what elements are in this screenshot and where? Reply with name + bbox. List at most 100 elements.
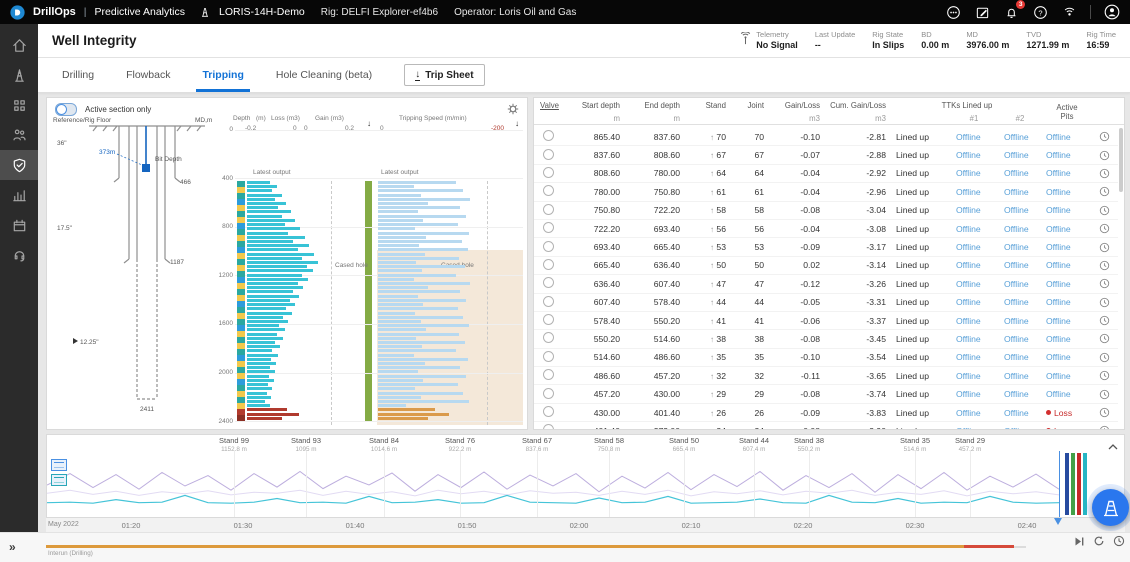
sidebar-item-apps[interactable] [0, 90, 38, 120]
tab-hole-cleaning-beta-[interactable]: Hole Cleaning (beta) [260, 58, 388, 92]
timeline-stand[interactable]: Stand 35 514.6 m [900, 436, 930, 453]
table-row[interactable]: 514.60 486.60 ↑ 35 35 -0.10 -3.54 Lined up Offl… [534, 349, 1118, 368]
row-history-icon[interactable] [1092, 333, 1116, 344]
valve-radio[interactable] [543, 350, 554, 362]
timeline-stand[interactable]: Stand 93 1095 m [291, 436, 321, 453]
table-row[interactable]: 837.60 808.60 ↑ 67 67 -0.07 -2.88 Lined up Offl… [534, 146, 1118, 165]
col-valve[interactable]: Valve [534, 101, 564, 114]
compose-icon[interactable] [974, 4, 990, 20]
row-history-icon[interactable] [1092, 315, 1116, 326]
timeline-stand[interactable]: Stand 38 550.2 m [794, 436, 824, 453]
legend-chip-flow[interactable] [51, 474, 67, 486]
timeline-stand[interactable]: Stand 84 1014.6 m [369, 436, 399, 453]
table-row[interactable]: 486.60 457.20 ↑ 32 32 -0.11 -3.65 Lined up Offl… [534, 367, 1118, 386]
table-row[interactable]: 607.40 578.40 ↑ 44 44 -0.05 -3.31 Lined up Offl… [534, 294, 1118, 312]
table-scrollbar[interactable] [1119, 128, 1123, 192]
valve-radio[interactable] [543, 258, 554, 270]
timeline-stand[interactable]: Stand 99 1152.8 m [219, 436, 249, 453]
collapse-timeline-icon[interactable] [1108, 437, 1118, 455]
sidebar-item-team[interactable] [0, 120, 38, 150]
row-history-icon[interactable] [1092, 407, 1116, 418]
expand-sidebar-icon[interactable]: » [9, 540, 16, 554]
valve-radio[interactable] [543, 277, 554, 289]
table-row[interactable]: 808.60 780.00 ↑ 64 64 -0.04 -2.92 Lined up Offl… [534, 165, 1118, 184]
row-history-icon[interactable] [1092, 186, 1116, 197]
row-history-icon[interactable] [1092, 389, 1116, 400]
timeline-stand[interactable]: Stand 29 457.2 m [955, 436, 985, 453]
row-history-icon[interactable] [1092, 297, 1116, 308]
table-row[interactable]: 750.80 722.20 ↑ 58 58 -0.08 -3.04 Lined up Offl… [534, 202, 1118, 220]
sidebar-item-well-integrity[interactable] [0, 150, 38, 180]
row-history-icon[interactable] [1092, 131, 1116, 142]
table-row[interactable]: 401.40373.00↑ 2424-0.08-3.90Lined upOffl… [534, 422, 1118, 429]
row-history-icon[interactable] [1092, 370, 1116, 381]
skip-to-latest-icon[interactable] [1074, 536, 1085, 547]
row-history-icon[interactable] [1092, 242, 1116, 253]
row-history-icon[interactable] [1092, 260, 1116, 271]
valve-radio[interactable] [543, 148, 554, 160]
valve-radio[interactable] [543, 424, 554, 429]
table-row[interactable]: 780.00 750.80 ↑ 61 61 -0.04 -2.96 Lined up Offl… [534, 183, 1118, 202]
row-history-icon[interactable] [1092, 278, 1116, 289]
well-selector[interactable]: LORIS-14H-Demo [219, 6, 305, 18]
timeline-stand[interactable]: Stand 50 665.4 m [669, 436, 699, 453]
gear-icon[interactable] [507, 103, 519, 115]
table-row[interactable]: 636.40 607.40 ↑ 47 47 -0.12 -3.26 Lined up Offl… [534, 275, 1118, 294]
table-row[interactable]: 665.40 636.40 ↑ 50 50 0.02 -3.14 Lined up Offli… [534, 257, 1118, 276]
reset-view-icon[interactable] [1093, 535, 1105, 547]
valve-radio[interactable] [543, 332, 554, 344]
ttk1-status-cell: Offline [956, 150, 981, 161]
row-history-icon[interactable] [1092, 223, 1116, 234]
table-row[interactable]: 430.00 401.40 ↑ 26 26 -0.09 -3.83 Lined up Offl… [534, 404, 1118, 423]
table-row[interactable]: 578.40 550.20 ↑ 41 41 -0.06 -3.37 Lined up Offl… [534, 312, 1118, 331]
valve-radio[interactable] [543, 240, 554, 252]
legend-chip-depth[interactable] [51, 459, 67, 471]
table-row[interactable]: 457.20 430.00 ↑ 29 29 -0.08 -3.74 Lined up Offl… [534, 385, 1118, 404]
tab-drilling[interactable]: Drilling [46, 58, 110, 92]
valve-radio[interactable] [543, 130, 554, 142]
run-track[interactable]: Interun (Drilling) [46, 533, 1086, 562]
row-history-icon[interactable] [1092, 168, 1116, 179]
table-row[interactable]: 693.40 665.40 ↑ 53 53 -0.09 -3.17 Lined up Offl… [534, 238, 1118, 257]
tab-tripping[interactable]: Tripping [186, 58, 259, 92]
row-history-icon[interactable] [1092, 352, 1116, 363]
history-clock-icon[interactable] [1113, 535, 1125, 547]
valve-radio[interactable] [543, 406, 554, 418]
gain-bar [247, 391, 267, 395]
tab-flowback[interactable]: Flowback [110, 58, 186, 92]
valve-radio[interactable] [543, 203, 554, 215]
row-history-icon[interactable] [1092, 425, 1116, 429]
timeline-stand[interactable]: Stand 67 837.6 m [522, 436, 552, 453]
up-arrow-icon: ↑ [710, 371, 715, 381]
timeline-stand[interactable]: Stand 44 607.4 m [739, 436, 769, 453]
scrubber-line[interactable] [1059, 451, 1060, 517]
trip-report-fab[interactable] [1092, 489, 1129, 526]
sidebar-item-reports[interactable] [0, 180, 38, 210]
row-history-icon[interactable] [1092, 205, 1116, 216]
broadcast-icon[interactable] [1061, 4, 1077, 20]
valve-radio[interactable] [543, 314, 554, 326]
trip-sheet-button[interactable]: ↓ Trip Sheet [404, 64, 485, 86]
valve-radio[interactable] [543, 369, 554, 381]
sidebar-item-schedule[interactable] [0, 210, 38, 240]
table-row[interactable]: 550.20 514.60 ↑ 38 38 -0.08 -3.45 Lined up Offl… [534, 330, 1118, 349]
time-scrubber-handle[interactable] [1054, 518, 1062, 529]
valve-radio[interactable] [543, 222, 554, 234]
notifications-icon[interactable]: 3 [1003, 0, 1025, 20]
timeline-stand[interactable]: Stand 76 922.2 m [445, 436, 475, 453]
sidebar-item-wellbore[interactable] [0, 60, 38, 90]
valve-radio[interactable] [543, 166, 554, 178]
table-row[interactable]: 865.40 837.60 ↑ 70 70 -0.10 -2.81 Lined up Offl… [534, 128, 1118, 147]
valve-cell [534, 185, 564, 198]
row-history-icon[interactable] [1092, 150, 1116, 161]
help-icon[interactable]: ? [1032, 4, 1048, 20]
table-row[interactable]: 722.20 693.40 ↑ 56 56 -0.04 -3.08 Lined up Offl… [534, 220, 1118, 239]
profile-icon[interactable] [1104, 4, 1120, 20]
valve-radio[interactable] [543, 295, 554, 307]
valve-radio[interactable] [543, 185, 554, 197]
timeline-stand[interactable]: Stand 58 750.8 m [594, 436, 624, 453]
support-icon[interactable] [945, 4, 961, 20]
sidebar-item-home[interactable] [0, 30, 38, 60]
valve-radio[interactable] [543, 387, 554, 399]
sidebar-item-support[interactable] [0, 240, 38, 270]
